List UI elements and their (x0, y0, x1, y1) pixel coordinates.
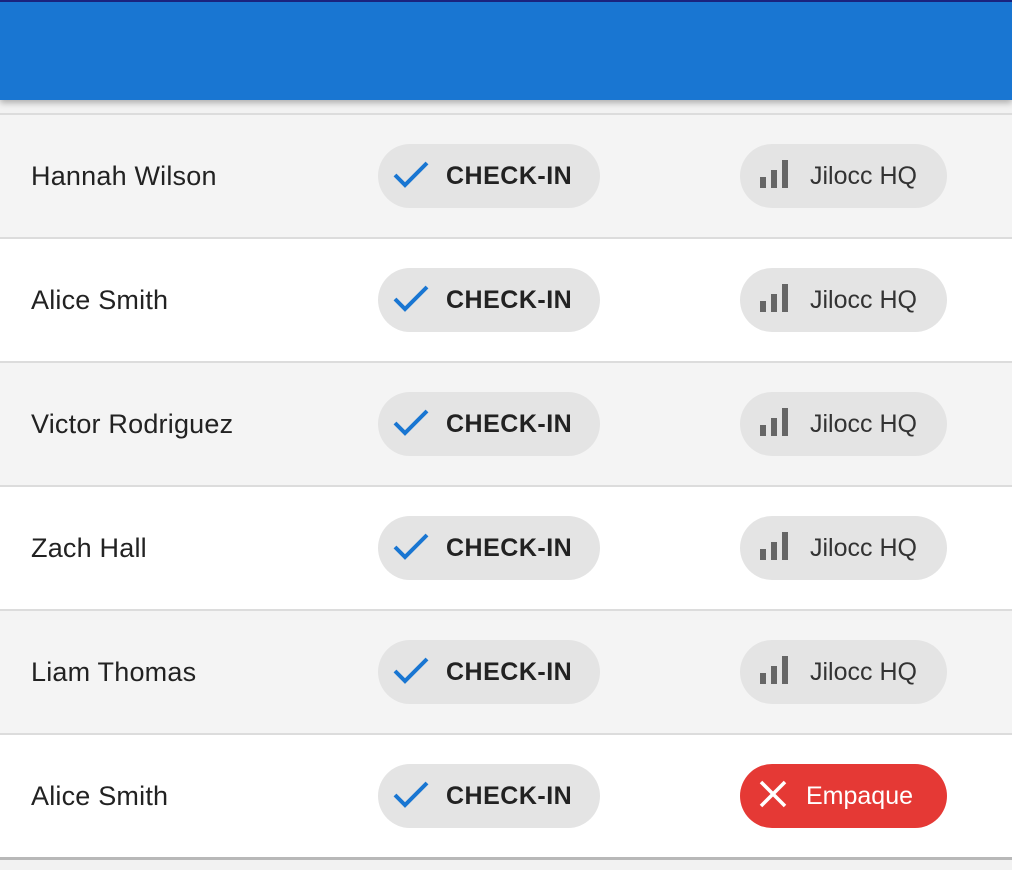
list-item[interactable]: Liam Thomas CHECK-IN Jilocc HQ (0, 611, 1012, 735)
person-name: Hannah Wilson (31, 161, 217, 191)
action-label: CHECK-IN (446, 533, 573, 562)
check-in-chip[interactable]: CHECK-IN (378, 144, 600, 208)
location-label: Jilocc HQ (810, 533, 917, 562)
person-name: Alice Smith (31, 285, 169, 315)
person-name: Alice Smith (31, 781, 169, 811)
location-chip-error[interactable]: Empaque (740, 764, 947, 828)
location-label: Jilocc HQ (810, 285, 917, 314)
check-icon (392, 407, 430, 442)
person-name: Liam Thomas (31, 657, 197, 687)
check-in-chip[interactable]: CHECK-IN (378, 640, 600, 704)
location-label: Jilocc HQ (810, 161, 917, 190)
location-chip[interactable]: Jilocc HQ (740, 392, 947, 456)
check-in-chip[interactable]: CHECK-IN (378, 392, 600, 456)
check-icon (392, 283, 430, 318)
check-icon (392, 655, 430, 690)
close-icon (758, 779, 788, 814)
list-item[interactable]: Victor Rodriguez CHECK-IN Jilocc HQ (0, 363, 1012, 487)
location-chip[interactable]: Jilocc HQ (740, 268, 947, 332)
signal-bars-icon (758, 282, 790, 319)
app-bar (0, 0, 1012, 100)
check-in-chip[interactable]: CHECK-IN (378, 268, 600, 332)
check-in-chip[interactable]: CHECK-IN (378, 516, 600, 580)
location-chip[interactable]: Jilocc HQ (740, 516, 947, 580)
list-item[interactable]: Zach Hall CHECK-IN Jilocc HQ (0, 487, 1012, 611)
signal-bars-icon (758, 406, 790, 443)
location-chip[interactable]: Jilocc HQ (740, 640, 947, 704)
location-label: Empaque (806, 781, 914, 810)
check-icon (392, 531, 430, 566)
location-label: Jilocc HQ (810, 657, 917, 686)
action-label: CHECK-IN (446, 285, 573, 314)
attendance-list: Hannah Wilson CHECK-IN Jilocc HQ Alice S… (0, 113, 1012, 860)
check-in-chip[interactable]: CHECK-IN (378, 764, 600, 828)
list-item[interactable]: Alice Smith CHECK-IN Jilocc HQ (0, 239, 1012, 363)
list-item[interactable]: Alice Smith CHECK-IN Empaque (0, 735, 1012, 860)
person-name: Victor Rodriguez (31, 409, 234, 439)
action-label: CHECK-IN (446, 781, 573, 810)
action-label: CHECK-IN (446, 161, 573, 190)
action-label: CHECK-IN (446, 409, 573, 438)
signal-bars-icon (758, 530, 790, 567)
signal-bars-icon (758, 654, 790, 691)
signal-bars-icon (758, 158, 790, 195)
check-icon (392, 159, 430, 194)
check-icon (392, 779, 430, 814)
location-chip[interactable]: Jilocc HQ (740, 144, 947, 208)
location-label: Jilocc HQ (810, 409, 917, 438)
list-item[interactable]: Hannah Wilson CHECK-IN Jilocc HQ (0, 115, 1012, 239)
action-label: CHECK-IN (446, 657, 573, 686)
person-name: Zach Hall (31, 533, 147, 563)
